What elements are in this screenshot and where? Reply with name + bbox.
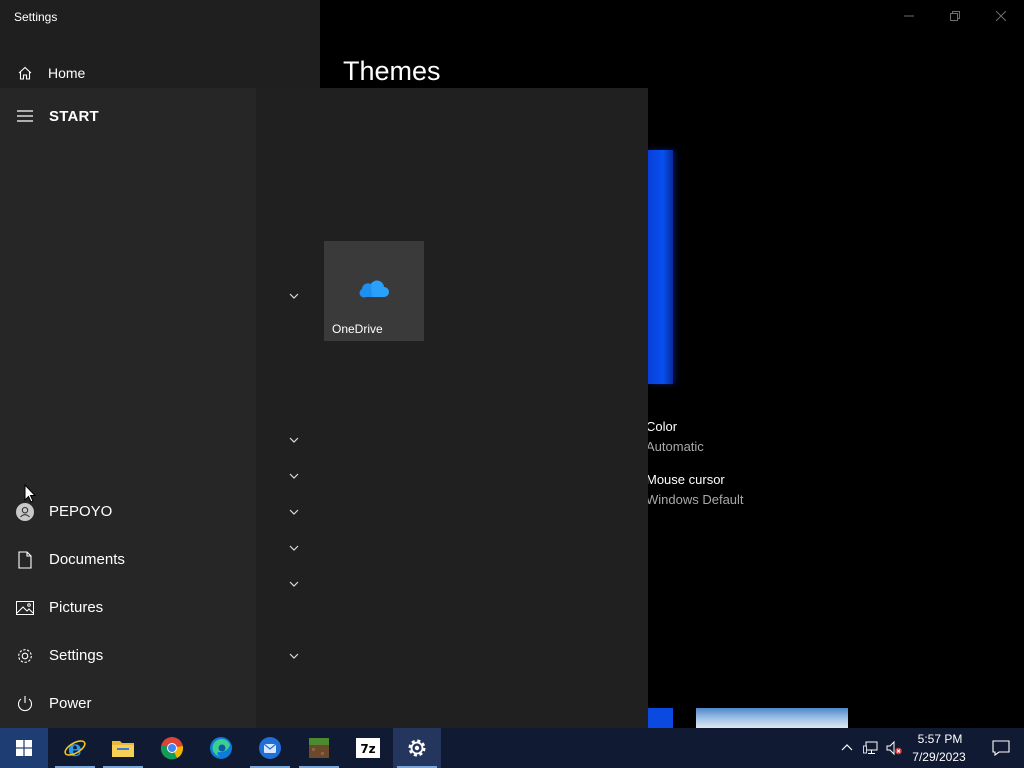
thunderbird-icon (259, 737, 281, 759)
close-button[interactable] (978, 0, 1024, 32)
start-menu: START PEPOYO Documents Pictures Settings (0, 88, 648, 728)
internet-explorer-icon: e (64, 736, 86, 760)
start-settings[interactable]: Settings (0, 634, 256, 678)
onedrive-tile[interactable]: OneDrive (324, 241, 424, 341)
taskbar-chrome[interactable] (148, 728, 196, 768)
network-icon[interactable] (863, 740, 879, 756)
edge-icon (210, 737, 232, 759)
start-header-label: START (49, 108, 99, 125)
file-explorer-icon (112, 741, 134, 757)
home-label: Home (48, 65, 86, 81)
start-button[interactable] (0, 728, 48, 768)
minimize-button[interactable] (886, 0, 932, 32)
chevron-down-icon[interactable] (288, 434, 300, 446)
onedrive-tile-label: OneDrive (332, 322, 383, 336)
color-setting-value: Automatic (646, 439, 704, 454)
settings-label: Settings (49, 647, 104, 664)
chevron-up-icon[interactable] (839, 740, 855, 756)
windows-logo-icon (16, 740, 32, 756)
minimize-icon (904, 15, 914, 17)
taskbar-settings[interactable] (393, 728, 441, 768)
taskbar-minecraft[interactable] (295, 728, 343, 768)
start-app-list-and-tiles (256, 88, 648, 728)
window-title: Settings (14, 10, 58, 24)
chevron-down-icon[interactable] (288, 290, 300, 302)
document-icon (16, 551, 34, 569)
pictures-label: Pictures (49, 599, 104, 616)
start-user-account[interactable]: PEPOYO (0, 490, 256, 534)
start-expand-button[interactable]: START (0, 96, 256, 136)
taskbar-internet-explorer[interactable]: e (51, 728, 99, 768)
start-pictures[interactable]: Pictures (0, 586, 256, 630)
onedrive-cloud-icon (359, 280, 389, 298)
mouse-pointer-icon (24, 484, 36, 503)
clock-time[interactable]: 5:57 PM (912, 732, 968, 746)
volume-muted-icon[interactable] (886, 740, 902, 756)
7zip-icon-text: 7z (360, 742, 375, 756)
start-documents[interactable]: Documents (0, 538, 256, 582)
chevron-down-icon[interactable] (288, 578, 300, 590)
restore-button[interactable] (932, 0, 978, 32)
theme-thumbnail-1[interactable] (648, 708, 673, 728)
chevron-down-icon[interactable] (288, 470, 300, 482)
svg-text:e: e (68, 736, 82, 760)
start-menu-left-rail: START PEPOYO Documents Pictures Settings (0, 88, 256, 728)
taskbar-file-explorer[interactable] (99, 728, 147, 768)
chevron-down-icon[interactable] (288, 506, 300, 518)
home-icon (18, 66, 32, 80)
mouse-cursor-setting-label[interactable]: Mouse cursor (646, 472, 725, 487)
hamburger-icon (17, 110, 33, 122)
settings-home-link[interactable]: Home (0, 55, 320, 91)
restore-icon (950, 11, 960, 21)
theme-thumbnail-2[interactable] (696, 708, 848, 728)
action-center-button[interactable] (978, 728, 1024, 768)
gear-icon (16, 647, 34, 665)
documents-label: Documents (49, 551, 125, 568)
theme-preview (648, 150, 673, 384)
power-label: Power (49, 695, 92, 712)
chevron-down-icon[interactable] (288, 650, 300, 662)
chevron-down-icon[interactable] (288, 542, 300, 554)
7zip-icon: 7z (356, 738, 380, 758)
notification-icon (992, 740, 1010, 756)
taskbar-7zip[interactable]: 7z (344, 728, 392, 768)
taskbar: e 7z 5:57 PM 7/29/2023 (0, 728, 1024, 768)
window-controls (886, 0, 1024, 32)
page-title: Themes (343, 56, 441, 86)
pictures-icon (16, 599, 34, 617)
mouse-cursor-setting-value: Windows Default (646, 492, 744, 507)
color-setting-label[interactable]: Color (646, 419, 677, 434)
user-name-label: PEPOYO (49, 503, 113, 520)
close-icon (996, 11, 1006, 21)
clock-date[interactable]: 7/29/2023 (906, 750, 972, 764)
start-power[interactable]: Power (0, 682, 256, 726)
user-avatar-icon (16, 503, 34, 521)
minecraft-icon (309, 738, 329, 758)
taskbar-thunderbird[interactable] (246, 728, 294, 768)
settings-gear-icon (408, 739, 426, 757)
taskbar-edge[interactable] (197, 728, 245, 768)
power-icon (16, 695, 34, 713)
chrome-icon (160, 737, 184, 760)
